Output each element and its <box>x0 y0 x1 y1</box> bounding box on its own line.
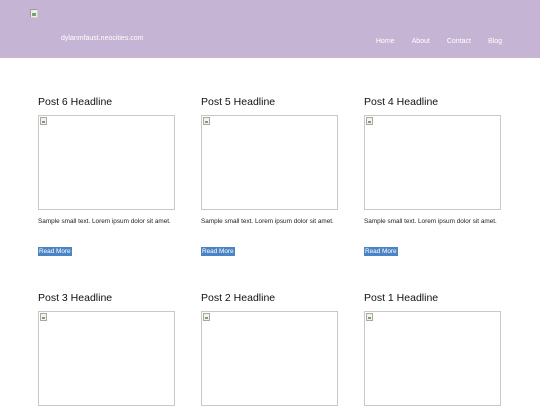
post-thumbnail <box>364 311 501 406</box>
post-card: Post 5 Headline Sample small text. Lorem… <box>201 96 338 256</box>
post-thumbnail <box>201 311 338 406</box>
post-headline: Post 1 Headline <box>364 292 439 304</box>
post-headline: Post 2 Headline <box>201 292 276 304</box>
post-thumbnail <box>364 115 501 210</box>
post-card: Post 1 Headline <box>364 292 501 406</box>
post-headline: Post 4 Headline <box>364 96 439 108</box>
nav-contact-link[interactable]: Contact <box>447 38 471 45</box>
broken-image-icon <box>366 117 373 125</box>
post-headline: Post 6 Headline <box>38 96 113 108</box>
broken-image-icon <box>40 313 47 321</box>
post-thumbnail <box>201 115 338 210</box>
nav-blog-link[interactable]: Blog <box>488 38 502 45</box>
post-headline: Post 5 Headline <box>201 96 276 108</box>
post-card: Post 2 Headline <box>201 292 338 406</box>
site-name[interactable]: dylanmfaust.neocities.com <box>61 35 143 42</box>
main-nav: Home About Contact Blog <box>359 38 502 45</box>
broken-image-icon <box>40 117 47 125</box>
read-more-button[interactable]: Read More <box>38 247 72 256</box>
post-excerpt: Sample small text. Lorem ipsum dolor sit… <box>201 218 334 225</box>
post-excerpt: Sample small text. Lorem ipsum dolor sit… <box>38 218 171 225</box>
broken-image-icon <box>203 313 210 321</box>
post-thumbnail <box>38 115 175 210</box>
read-more-button[interactable]: Read More <box>201 247 235 256</box>
broken-image-icon <box>203 117 210 125</box>
broken-image-icon <box>366 313 373 321</box>
post-excerpt: Sample small text. Lorem ipsum dolor sit… <box>364 218 497 225</box>
nav-about-link[interactable]: About <box>412 38 430 45</box>
post-card: Post 6 Headline Sample small text. Lorem… <box>38 96 175 256</box>
post-card: Post 4 Headline Sample small text. Lorem… <box>364 96 501 256</box>
read-more-button[interactable]: Read More <box>364 247 398 256</box>
nav-home-link[interactable]: Home <box>376 38 395 45</box>
post-card: Post 3 Headline <box>38 292 175 406</box>
post-headline: Post 3 Headline <box>38 292 113 304</box>
logo-broken-image-icon[interactable] <box>30 9 38 18</box>
post-thumbnail <box>38 311 175 406</box>
site-header: dylanmfaust.neocities.com Home About Con… <box>0 0 540 58</box>
